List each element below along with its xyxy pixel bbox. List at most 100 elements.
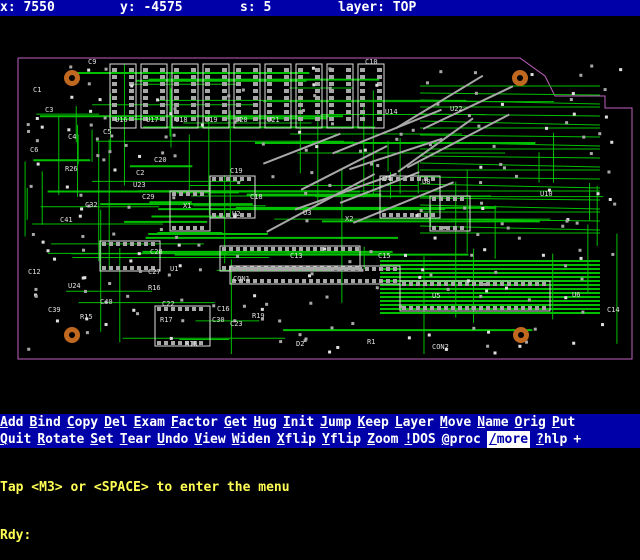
pad xyxy=(486,306,490,310)
menu-zoom[interactable]: Zoom xyxy=(367,431,398,448)
menu-[interactable]: + xyxy=(573,431,581,448)
pcb-layout[interactable]: C9 C10 C1 C3 C4 C5 C6 U16 U17 U18 U19 U20 U21 U14 U22 U… xyxy=(0,16,640,414)
pad xyxy=(112,96,117,100)
menu-xflip[interactable]: Xflip xyxy=(277,431,316,448)
pad xyxy=(360,82,365,86)
menu-hug[interactable]: Hug xyxy=(253,414,276,431)
via xyxy=(369,250,373,254)
via xyxy=(298,130,302,134)
via xyxy=(581,310,585,314)
pad xyxy=(444,306,448,310)
pad xyxy=(309,279,313,283)
via xyxy=(78,214,82,218)
pad xyxy=(500,306,504,310)
menu-proc[interactable]: @proc xyxy=(442,431,481,448)
via xyxy=(403,253,407,257)
via xyxy=(65,185,69,189)
menu-init[interactable]: Init xyxy=(283,414,314,431)
pad xyxy=(288,267,292,271)
menu-set[interactable]: Set xyxy=(90,431,113,448)
pad xyxy=(205,110,210,114)
component-label: C6 xyxy=(30,146,38,154)
via xyxy=(506,226,510,230)
via xyxy=(407,336,411,340)
component-label: C27 xyxy=(148,268,161,276)
pad xyxy=(112,110,117,114)
menu-dos[interactable]: !DOS xyxy=(404,431,435,448)
pad xyxy=(379,279,383,283)
menu-undo[interactable]: Undo xyxy=(157,431,188,448)
pad xyxy=(377,68,382,72)
pad xyxy=(372,279,376,283)
pad xyxy=(348,247,352,251)
pad xyxy=(236,103,241,107)
menu-more[interactable]: /more xyxy=(486,431,531,448)
pcb-canvas[interactable]: C9 C10 C1 C3 C4 C5 C6 U16 U17 U18 U19 U20 U21 U14 U22 U… xyxy=(0,16,640,414)
via xyxy=(279,340,283,344)
via xyxy=(572,112,576,116)
pad xyxy=(416,306,420,310)
pad xyxy=(423,282,427,286)
via xyxy=(181,319,185,323)
menu-keep[interactable]: Keep xyxy=(357,414,388,431)
menu-factor[interactable]: Factor xyxy=(171,414,218,431)
pad xyxy=(143,75,148,79)
via xyxy=(212,304,216,308)
menu-add[interactable]: Add xyxy=(0,414,23,431)
via xyxy=(493,351,497,355)
pad xyxy=(432,197,436,201)
menu-orig[interactable]: Orig xyxy=(515,414,546,431)
via xyxy=(173,107,177,111)
menu-tear[interactable]: Tear xyxy=(120,431,151,448)
pad xyxy=(191,82,196,86)
pad xyxy=(344,279,348,283)
pad xyxy=(186,192,190,196)
component-label: C19 xyxy=(230,167,243,175)
menu-rotate[interactable]: Rotate xyxy=(37,431,84,448)
via xyxy=(541,253,545,257)
pad xyxy=(250,247,254,251)
menu-layer[interactable]: Layer xyxy=(395,414,434,431)
pad xyxy=(174,89,179,93)
component-label: U8 xyxy=(422,178,430,186)
menu-del[interactable]: Del xyxy=(104,414,127,431)
status-bar: x: 7550 y: -4575 s: 5 layer: TOP xyxy=(0,0,640,16)
pad xyxy=(386,267,390,271)
pad xyxy=(160,68,165,72)
via xyxy=(138,154,142,158)
via xyxy=(439,70,443,74)
menu-bind[interactable]: Bind xyxy=(29,414,60,431)
pad xyxy=(222,96,227,100)
menu-yflip[interactable]: Yflip xyxy=(322,431,361,448)
via xyxy=(127,205,131,209)
component-label: C13 xyxy=(290,252,303,260)
pad xyxy=(358,279,362,283)
menu-name[interactable]: Name xyxy=(477,414,508,431)
via xyxy=(517,236,521,240)
pad xyxy=(151,242,155,246)
pad xyxy=(144,242,148,246)
via xyxy=(446,287,450,291)
menu-quit[interactable]: Quit xyxy=(0,431,31,448)
trace-grey xyxy=(406,113,510,169)
menu-hlp[interactable]: ?hlp xyxy=(536,431,567,448)
component-label: C30 xyxy=(212,316,225,324)
via xyxy=(260,307,264,311)
menu-copy[interactable]: Copy xyxy=(67,414,98,431)
menu-put[interactable]: Put xyxy=(552,414,575,431)
menu-jump[interactable]: Jump xyxy=(320,414,351,431)
component-label: U10 xyxy=(540,190,553,198)
menu-exam[interactable]: Exam xyxy=(134,414,165,431)
command-line[interactable]: Rdy: xyxy=(0,528,640,544)
via xyxy=(301,109,305,113)
pad xyxy=(377,103,382,107)
menu-view[interactable]: View xyxy=(194,431,225,448)
pad xyxy=(315,82,320,86)
via xyxy=(124,143,128,147)
pad xyxy=(157,307,161,311)
menu-move[interactable]: Move xyxy=(440,414,471,431)
pad xyxy=(410,213,414,217)
pad xyxy=(432,226,436,230)
menu-get[interactable]: Get xyxy=(224,414,247,431)
menu-widen[interactable]: Widen xyxy=(232,431,271,448)
